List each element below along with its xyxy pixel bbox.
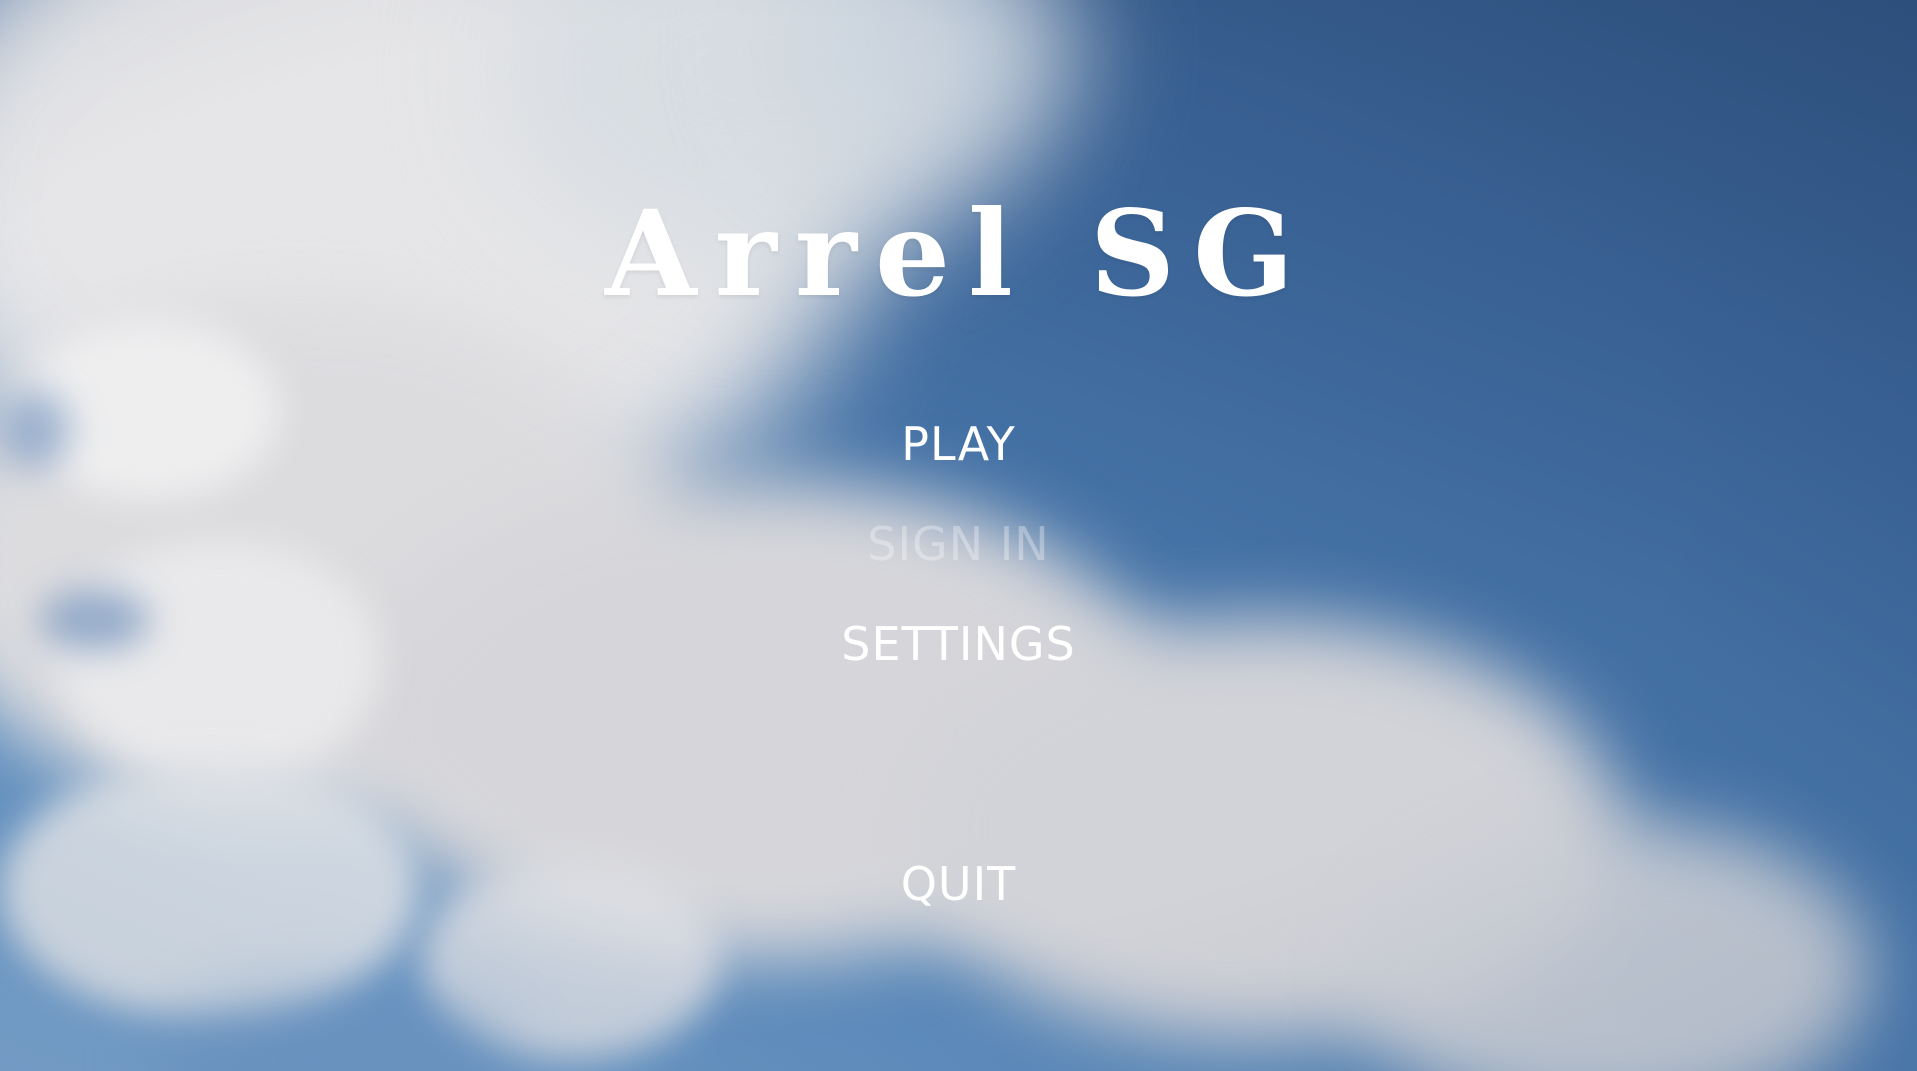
quit-button-label: QUIT	[900, 857, 1017, 911]
settings-button[interactable]: SETTINGS	[0, 617, 1917, 671]
settings-button-label: SETTINGS	[841, 617, 1076, 671]
play-button-label: PLAY	[901, 417, 1016, 471]
sign-in-button: SIGN IN	[0, 517, 1917, 571]
main-menu: PLAY SIGN IN SETTINGS QUIT	[0, 0, 1917, 1071]
play-button[interactable]: PLAY	[0, 417, 1917, 471]
quit-button[interactable]: QUIT	[0, 857, 1917, 911]
sign-in-button-label: SIGN IN	[867, 517, 1050, 571]
